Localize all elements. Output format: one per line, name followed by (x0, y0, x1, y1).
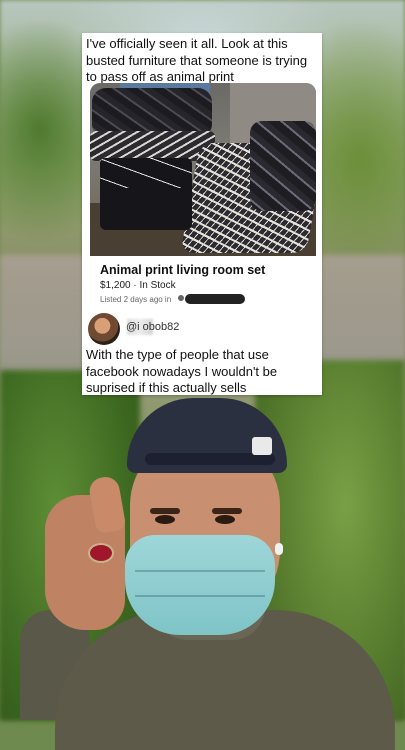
avatar[interactable] (88, 313, 120, 345)
presenter-figure (0, 395, 405, 750)
cap-buckle (252, 437, 272, 455)
ruby-ring (88, 543, 114, 563)
left-eye (155, 515, 175, 524)
right-eye (215, 515, 235, 524)
sofa-cushions (250, 121, 316, 211)
listing-meta: Listed 2 days ago in (100, 295, 172, 304)
left-eyebrow (150, 508, 180, 514)
mask-fold (135, 570, 265, 572)
listing-price: $1,200 · In Stock (100, 280, 176, 291)
post-screenshot-card: I've officially seen it all. Look at thi… (82, 33, 322, 395)
comment-username[interactable]: @i obob82 (126, 321, 179, 333)
location-redaction (185, 294, 245, 304)
earbud (275, 543, 283, 555)
right-eyebrow (212, 508, 242, 514)
face-mask (125, 535, 275, 635)
mask-fold (135, 595, 265, 597)
ottoman-top (100, 158, 192, 188)
marketplace-listing[interactable]: Animal print living room set $1,200 · In… (90, 83, 316, 307)
post-text: I've officially seen it all. Look at thi… (86, 36, 308, 84)
listing-photo (90, 83, 316, 256)
listing-title: Animal print living room set (100, 263, 266, 277)
location-icon (178, 295, 184, 301)
comment-text: With the type of people that use faceboo… (86, 347, 278, 395)
